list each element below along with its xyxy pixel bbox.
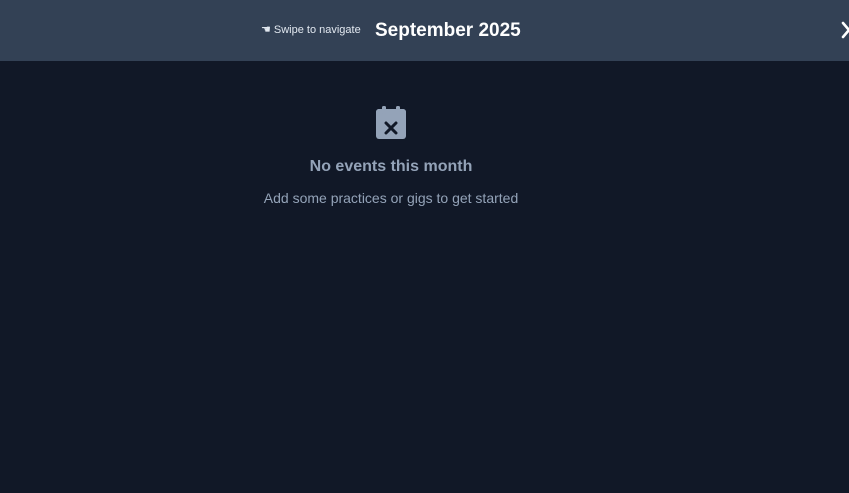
close-icon — [841, 21, 849, 39]
month-title: September 2025 — [375, 20, 521, 41]
empty-state-subtitle: Add some practices or gigs to get starte… — [263, 190, 519, 206]
swipe-hint-label: Swipe to navigate — [273, 24, 361, 36]
empty-state-title: No events this month — [309, 158, 473, 175]
pointing-hand-icon: ☚ — [261, 24, 271, 36]
calendar-x-icon — [376, 106, 406, 139]
calendar-header: ☚ Swipe to navigate September 2025 — [0, 0, 849, 61]
close-button[interactable] — [838, 19, 849, 41]
swipe-hint: ☚ Swipe to navigate — [261, 23, 361, 37]
